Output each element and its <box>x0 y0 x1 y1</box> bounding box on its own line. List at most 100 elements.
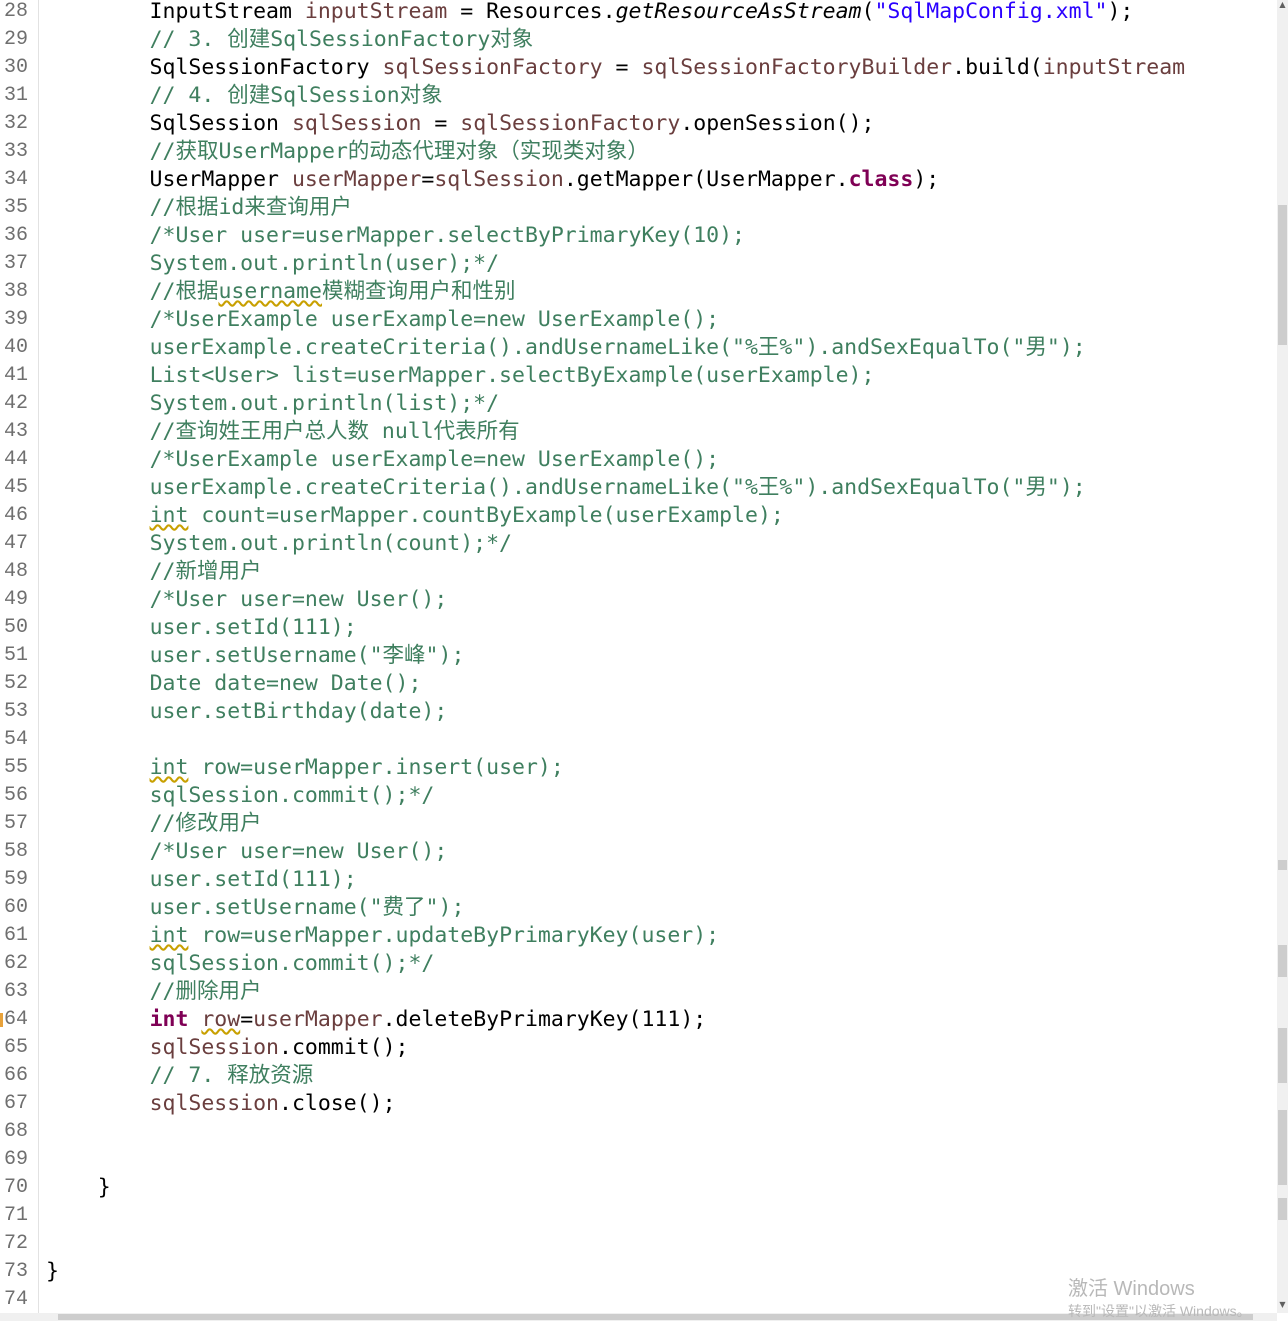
scroll-up-arrow-icon[interactable]: ▲ <box>1277 0 1288 10</box>
code-text[interactable]: SqlSession sqlSession = sqlSessionFactor… <box>46 110 875 138</box>
code-token: sqlSession <box>149 1035 280 1060</box>
code-text[interactable]: sqlSession.commit();*/ <box>46 782 435 810</box>
code-text[interactable]: //删除用户 <box>46 978 262 1006</box>
line-number: 68 <box>4 1120 29 1143</box>
watermark-subtitle: 转到"设置"以激活 Windows。 <box>1068 1303 1251 1319</box>
code-text[interactable]: Date date=new Date(); <box>46 670 422 698</box>
code-token: inputStream <box>304 0 448 24</box>
code-text[interactable]: user.setId(111); <box>46 614 357 642</box>
code-text[interactable]: user.setBirthday(date); <box>46 698 448 726</box>
code-text[interactable]: InputStream inputStream = Resources.getR… <box>46 0 1134 26</box>
code-text[interactable]: System.out.println(list);*/ <box>46 390 500 418</box>
code-text[interactable]: user.setId(111); <box>46 866 357 894</box>
line-number: 49 <box>4 588 29 611</box>
code-text[interactable]: int count=userMapper.countByExample(user… <box>46 502 784 530</box>
code-token: .commit(); <box>279 1035 409 1060</box>
code-token: row=userMapper.updateByPrimaryKey(user); <box>188 923 720 948</box>
code-text[interactable]: userExample.createCriteria().andUsername… <box>46 334 1086 362</box>
code-token: 模糊查询用户和性别 <box>322 279 516 304</box>
code-token: //根据 <box>149 279 219 304</box>
code-text[interactable]: int row=userMapper.deleteByPrimaryKey(11… <box>46 1006 707 1034</box>
vertical-scroll-mark <box>1278 1110 1287 1185</box>
code-text[interactable]: System.out.println(user);*/ <box>46 250 500 278</box>
code-token: class <box>848 167 914 192</box>
line-number: 37 <box>4 252 29 275</box>
code-text[interactable]: user.setUsername("李峰"); <box>46 642 465 670</box>
code-text[interactable]: /*User user=new User(); <box>46 586 448 614</box>
code-text[interactable]: // 7. 释放资源 <box>46 1062 314 1090</box>
gutter-change-marker <box>0 1013 3 1027</box>
code-text[interactable]: sqlSession.close(); <box>46 1090 396 1118</box>
code-text[interactable]: sqlSession.commit();*/ <box>46 950 435 978</box>
code-text[interactable]: //查询姓王用户总人数 null代表所有 <box>46 418 520 446</box>
code-text[interactable]: /*User user=new User(); <box>46 838 448 866</box>
code-token: System.out.println(list);*/ <box>149 391 500 416</box>
code-text[interactable]: // 3. 创建SqlSessionFactory对象 <box>46 26 534 54</box>
code-token: //删除用户 <box>149 979 262 1004</box>
code-token: InputStream <box>46 0 305 24</box>
code-text[interactable]: //新增用户 <box>46 558 262 586</box>
line-number: 48 <box>4 560 29 583</box>
code-text[interactable]: System.out.println(count);*/ <box>46 530 512 558</box>
vertical-scrollbar[interactable]: ▲ ▼ <box>1277 0 1288 1313</box>
code-text[interactable]: //根据username模糊查询用户和性别 <box>46 278 516 306</box>
code-token: // 4. 创建SqlSession对象 <box>149 83 443 108</box>
vertical-scroll-thumb[interactable] <box>1278 205 1287 345</box>
code-text[interactable]: // 4. 创建SqlSession对象 <box>46 82 443 110</box>
code-editor[interactable]: 28 InputStream inputStream = Resources.g… <box>0 0 1277 1313</box>
line-number: 35 <box>4 196 29 219</box>
code-token: // 3. 创建SqlSessionFactory对象 <box>149 27 534 52</box>
code-text[interactable]: UserMapper userMapper=sqlSession.getMapp… <box>46 166 940 194</box>
code-token: ); <box>1107 0 1134 24</box>
code-token: "SqlMapConfig.xml" <box>874 0 1108 24</box>
code-token: /*UserExample userExample=new UserExampl… <box>149 307 720 332</box>
code-text[interactable]: /*UserExample userExample=new UserExampl… <box>46 306 720 334</box>
line-number: 66 <box>4 1064 29 1087</box>
line-number: 70 <box>4 1176 29 1199</box>
code-text[interactable]: //根据id来查询用户 <box>46 194 352 222</box>
line-number: 57 <box>4 812 29 835</box>
line-number: 39 <box>4 308 29 331</box>
code-token: ); <box>913 167 940 192</box>
line-number: 40 <box>4 336 29 359</box>
code-token: int <box>149 503 189 528</box>
code-token: } <box>46 1259 59 1284</box>
line-number: 51 <box>4 644 29 667</box>
code-text[interactable]: int row=userMapper.insert(user); <box>46 754 564 782</box>
line-number: 34 <box>4 168 29 191</box>
code-token: sqlSessionFactory <box>382 55 603 80</box>
code-token: row=userMapper.insert(user); <box>188 755 564 780</box>
code-text[interactable]: /*UserExample userExample=new UserExampl… <box>46 446 720 474</box>
code-text[interactable]: sqlSession.commit(); <box>46 1034 409 1062</box>
code-text[interactable]: //获取UserMapper的动态代理对象（实现类对象） <box>46 138 649 166</box>
code-token: int <box>149 1007 189 1032</box>
code-token: //根据id来查询用户 <box>149 195 352 220</box>
line-number: 45 <box>4 476 29 499</box>
code-token: /*User user=userMapper.selectByPrimaryKe… <box>149 223 745 248</box>
code-text[interactable]: SqlSessionFactory sqlSessionFactory = sq… <box>46 54 1186 82</box>
line-number: 38 <box>4 280 29 303</box>
code-text[interactable]: userExample.createCriteria().andUsername… <box>46 474 1086 502</box>
line-number: 50 <box>4 616 29 639</box>
code-token: .close(); <box>279 1091 396 1116</box>
code-text[interactable]: } <box>46 1174 111 1202</box>
line-number: 60 <box>4 896 29 919</box>
code-text[interactable]: List<User> list=userMapper.selectByExamp… <box>46 362 875 390</box>
code-token: userExample.createCriteria().andUsername… <box>149 475 1086 500</box>
code-text[interactable]: user.setUsername("费了"); <box>46 894 465 922</box>
code-text[interactable]: /*User user=userMapper.selectByPrimaryKe… <box>46 222 745 250</box>
code-text[interactable]: int row=userMapper.updateByPrimaryKey(us… <box>46 922 720 950</box>
line-number: 58 <box>4 840 29 863</box>
code-text[interactable]: } <box>46 1258 59 1286</box>
scroll-down-arrow-icon[interactable]: ▼ <box>1277 1300 1288 1310</box>
code-text[interactable]: //修改用户 <box>46 810 262 838</box>
